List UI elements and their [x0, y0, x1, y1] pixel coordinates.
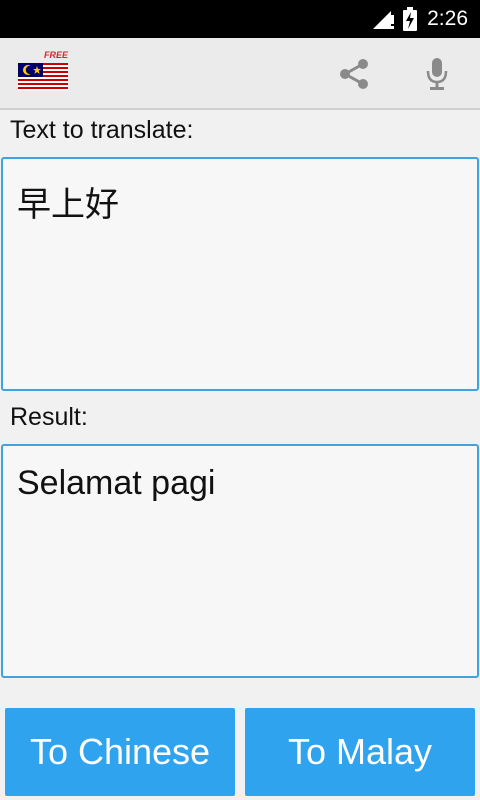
malaysia-flag-icon	[18, 63, 68, 91]
source-text-input[interactable]: 早上好	[1, 157, 479, 391]
free-badge: FREE	[44, 50, 69, 60]
share-icon	[340, 59, 368, 89]
action-bar: FREE	[0, 38, 480, 110]
app-icon[interactable]: FREE	[18, 50, 70, 98]
result-text-field[interactable]: Selamat pagi	[1, 444, 479, 678]
to-malay-button[interactable]: To Malay	[245, 708, 475, 796]
share-button[interactable]	[330, 50, 378, 98]
battery-charging-icon	[403, 7, 418, 31]
microphone-icon	[426, 58, 448, 90]
status-icons: 2:26	[373, 0, 468, 38]
microphone-button[interactable]	[413, 50, 461, 98]
status-time: 2:26	[427, 7, 468, 30]
status-bar: 2:26	[0, 0, 480, 38]
result-label: Result:	[10, 403, 88, 431]
signal-icon	[373, 9, 395, 29]
source-label: Text to translate:	[10, 116, 194, 144]
to-chinese-button[interactable]: To Chinese	[5, 708, 235, 796]
